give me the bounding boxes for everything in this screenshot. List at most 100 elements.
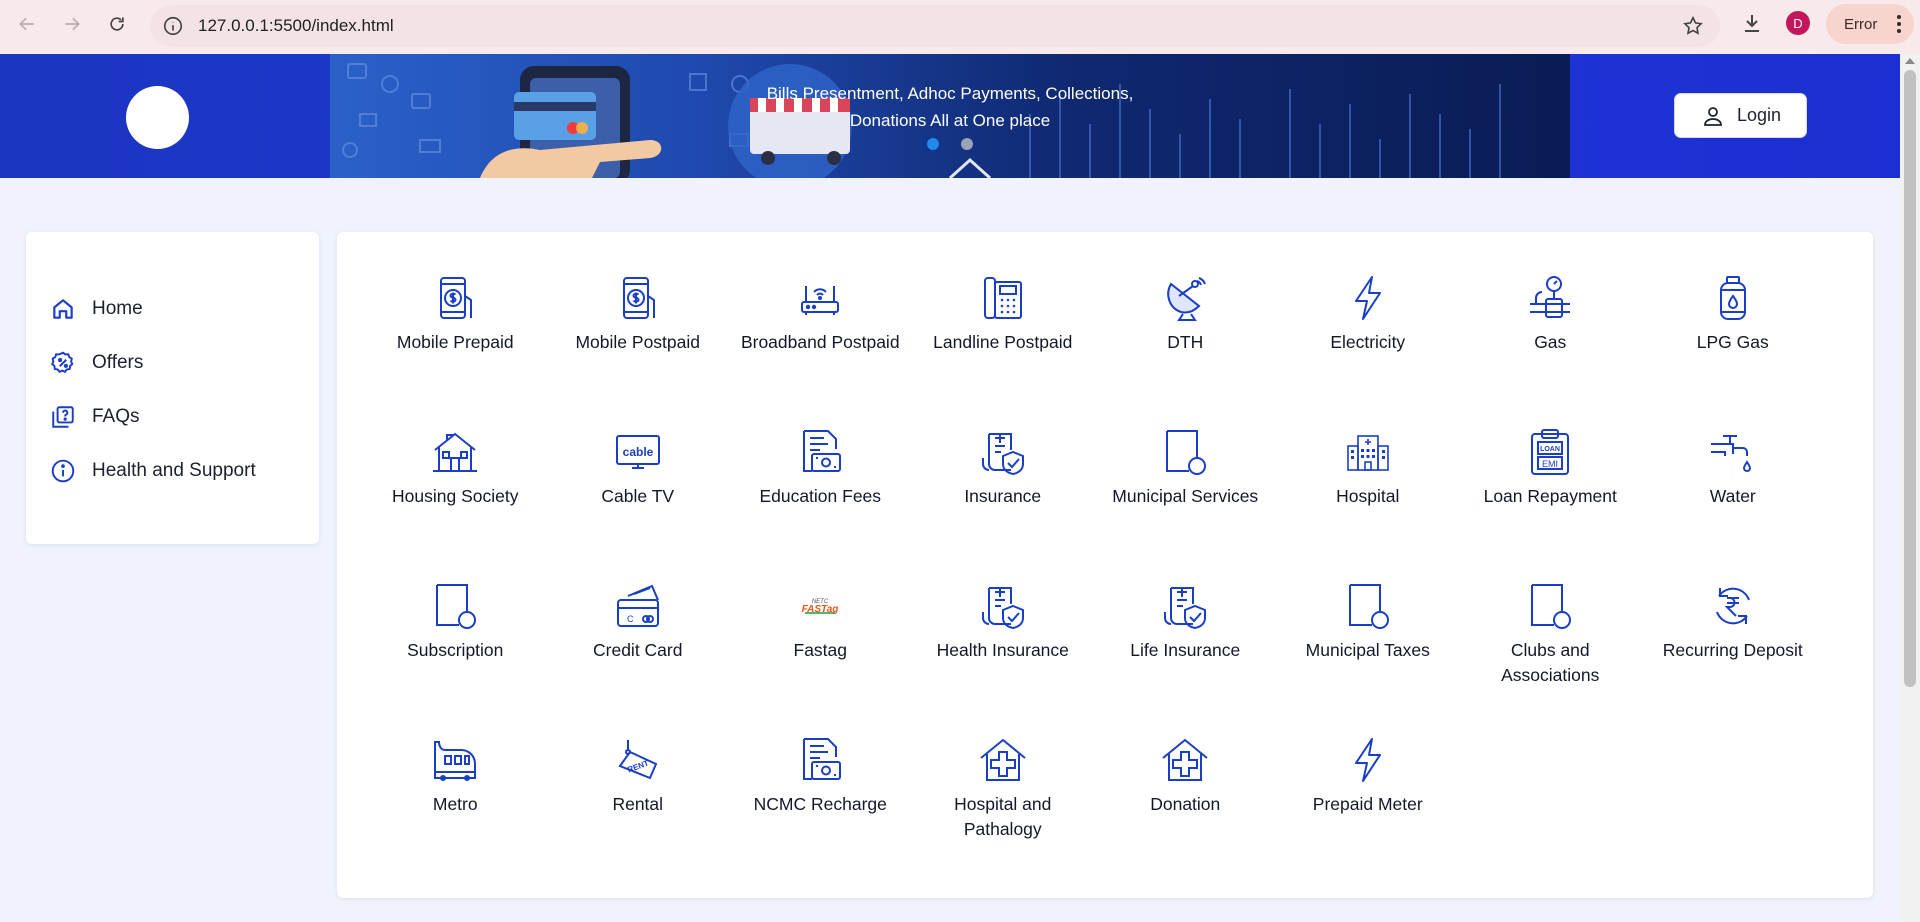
satellite-dish-icon xyxy=(1161,274,1209,322)
gas-cylinder-icon xyxy=(1709,274,1757,322)
category-label: Housing Society xyxy=(392,486,519,506)
category-tile[interactable]: NCMC Recharge xyxy=(729,736,912,890)
water-tap-icon xyxy=(1709,428,1757,476)
banner-caption: Bills Presentment, Adhoc Payments, Colle… xyxy=(330,80,1570,134)
category-tile[interactable]: Mobile Postpaid xyxy=(547,274,730,428)
page-scrollbar[interactable] xyxy=(1900,54,1920,922)
sidebar-item-health-support[interactable]: Health and Support xyxy=(26,444,319,498)
category-tile[interactable]: Recurring Deposit xyxy=(1642,582,1825,736)
category-label: Mobile Postpaid xyxy=(575,332,701,352)
category-grid: Mobile Prepaid Mobile Postpaid Broadband P… xyxy=(364,274,1824,890)
carousel-dot-1[interactable] xyxy=(927,138,939,150)
site-header: Bills Presentment, Adhoc Payments, Colle… xyxy=(0,54,1900,178)
category-tile[interactable]: Subscription xyxy=(364,582,547,736)
address-bar[interactable]: 127.0.0.1:5500/index.html xyxy=(150,5,1720,47)
category-tile[interactable]: Insurance xyxy=(912,428,1095,582)
category-label: LPG Gas xyxy=(1696,332,1769,352)
insurance-icon xyxy=(979,582,1027,630)
info-icon xyxy=(51,459,75,483)
category-tile[interactable]: LPG Gas xyxy=(1642,274,1825,428)
document-icon xyxy=(1526,582,1574,630)
site-logo[interactable] xyxy=(126,86,189,149)
rupee-cycle-icon xyxy=(1709,582,1757,630)
category-tile[interactable]: Clubs and Associations xyxy=(1459,582,1642,736)
sidebar-item-label: Home xyxy=(92,298,143,319)
forward-button[interactable] xyxy=(54,6,90,42)
category-tile[interactable]: Metro xyxy=(364,736,547,890)
category-tile[interactable]: Donation xyxy=(1094,736,1277,890)
sidebar-item-home[interactable]: Home xyxy=(26,282,319,336)
sidebar-item-label: FAQs xyxy=(92,406,140,427)
login-button[interactable]: Login xyxy=(1674,93,1807,138)
category-tile[interactable]: LOAN EMI Loan Repayment xyxy=(1459,428,1642,582)
medical-house-icon xyxy=(979,736,1027,784)
category-tile[interactable]: Gas xyxy=(1459,274,1642,428)
mobile-payment-icon xyxy=(431,274,479,322)
category-label: Education Fees xyxy=(759,486,882,506)
category-tile[interactable]: Education Fees xyxy=(729,428,912,582)
category-tile[interactable]: NETC FASTag Fastag xyxy=(729,582,912,736)
category-tile[interactable]: Prepaid Meter xyxy=(1277,736,1460,890)
document-icon xyxy=(431,582,479,630)
promo-carousel[interactable]: Bills Presentment, Adhoc Payments, Colle… xyxy=(330,54,1570,178)
download-icon[interactable] xyxy=(1740,11,1764,35)
category-label: Municipal Services xyxy=(1112,486,1259,506)
url-text[interactable]: 127.0.0.1:5500/index.html xyxy=(198,16,394,36)
category-label: NCMC Recharge xyxy=(753,794,887,814)
scroll-up-arrow-icon[interactable] xyxy=(1905,58,1915,64)
category-label: Hospital and Pathalogy xyxy=(954,794,1052,839)
category-label: Credit Card xyxy=(593,640,683,660)
category-tile[interactable]: DTH xyxy=(1094,274,1277,428)
biller-categories-card: Mobile Prepaid Mobile Postpaid Broadband P… xyxy=(337,232,1873,898)
category-tile[interactable]: RENT Rental xyxy=(547,736,730,890)
category-label: Recurring Deposit xyxy=(1662,640,1803,660)
category-tile[interactable]: Municipal Services xyxy=(1094,428,1277,582)
category-label: Landline Postpaid xyxy=(933,332,1073,352)
category-tile[interactable]: Mobile Prepaid xyxy=(364,274,547,428)
document-icon xyxy=(1344,582,1392,630)
credit-card-icon: C xyxy=(614,582,662,630)
category-tile[interactable]: Life Insurance xyxy=(1094,582,1277,736)
category-label: Fastag xyxy=(793,640,848,660)
lightning-icon xyxy=(1344,736,1392,784)
profile-avatar[interactable]: D xyxy=(1786,11,1810,35)
education-fees-icon xyxy=(796,428,844,476)
category-label: Loan Repayment xyxy=(1483,486,1617,506)
category-tile[interactable]: Landline Postpaid xyxy=(912,274,1095,428)
sidebar-item-offers[interactable]: Offers xyxy=(26,336,319,390)
site-info-icon[interactable] xyxy=(162,15,184,37)
category-tile[interactable]: Housing Society xyxy=(364,428,547,582)
category-tile[interactable]: Water xyxy=(1642,428,1825,582)
insurance-icon xyxy=(979,428,1027,476)
category-tile[interactable]: Municipal Taxes xyxy=(1277,582,1460,736)
error-menu-button[interactable]: Error xyxy=(1826,4,1914,44)
category-tile[interactable]: Hospital xyxy=(1277,428,1460,582)
arrow-right-icon xyxy=(65,17,80,31)
error-label: Error xyxy=(1844,15,1878,33)
sidebar-nav: Home Offers FAQs Health and Support xyxy=(26,232,319,544)
category-tile[interactable]: Electricity xyxy=(1277,274,1460,428)
bookmark-star-icon[interactable] xyxy=(1682,15,1704,37)
category-tile[interactable]: Health Insurance xyxy=(912,582,1095,736)
category-label: Health Insurance xyxy=(936,640,1069,660)
faq-icon xyxy=(52,406,74,428)
svg-text:LOAN: LOAN xyxy=(1540,446,1560,453)
category-tile[interactable]: C Credit Card xyxy=(547,582,730,736)
category-tile[interactable]: cable Cable TV xyxy=(547,428,730,582)
category-label: Gas xyxy=(1534,332,1567,352)
svg-text:cable: cable xyxy=(622,445,653,459)
sidebar-item-faqs[interactable]: FAQs xyxy=(26,390,319,444)
reload-icon xyxy=(110,17,124,31)
reload-button[interactable] xyxy=(99,6,135,42)
fastag-logo-icon: NETC FASTag xyxy=(796,582,844,630)
carousel-dot-2[interactable] xyxy=(961,138,973,150)
category-label: Insurance xyxy=(964,486,1042,506)
svg-text:EMI: EMI xyxy=(1542,459,1558,469)
category-tile[interactable]: Broadband Postpaid xyxy=(729,274,912,428)
profile-initial: D xyxy=(1793,15,1803,31)
scrollbar-thumb[interactable] xyxy=(1904,70,1916,687)
back-button[interactable] xyxy=(9,6,45,42)
svg-text:C: C xyxy=(627,614,634,624)
rent-sign-icon: RENT xyxy=(614,736,662,784)
category-tile[interactable]: Hospital and Pathalogy xyxy=(912,736,1095,890)
